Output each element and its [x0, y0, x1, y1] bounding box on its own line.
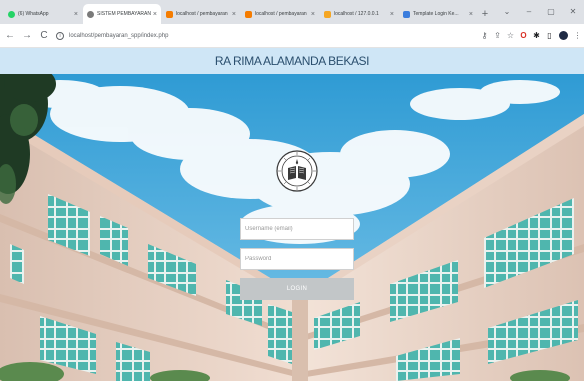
login-button[interactable]: LOGIN — [240, 278, 354, 300]
close-icon[interactable]: × — [232, 11, 236, 18]
close-icon[interactable]: × — [153, 11, 157, 18]
browser-tab[interactable]: (6) WhatsApp × — [4, 4, 82, 24]
phpmyadmin-icon — [166, 10, 173, 18]
tab-title: localhost / pembayaran — [255, 11, 307, 17]
sidebar-icon[interactable]: ▯ — [543, 28, 556, 44]
login-form: LOGIN — [240, 218, 354, 300]
forward-icon[interactable]: → — [20, 27, 34, 45]
key-icon[interactable]: ⚷ — [478, 28, 491, 44]
new-tab-button[interactable]: + — [478, 4, 492, 24]
share-icon[interactable]: ⇪ — [491, 28, 504, 44]
close-window-icon[interactable]: ✕ — [562, 3, 584, 19]
window-controls: ⌄ – ▢ ✕ — [496, 3, 584, 19]
close-icon[interactable]: × — [390, 11, 394, 18]
tab-title: SISTEM PEMBAYARAN — [97, 11, 151, 17]
globe-icon — [87, 10, 94, 18]
browser-tab[interactable]: localhost / pembayaran × — [162, 4, 240, 24]
close-icon[interactable]: × — [311, 11, 315, 18]
tab-title: (6) WhatsApp — [18, 11, 49, 17]
bookmark-star-icon[interactable]: ☆ — [504, 28, 517, 44]
url-text[interactable]: localhost/pembayaran_spp/index.php — [69, 33, 168, 39]
browser-toolbar: ← → C i localhost/pembayaran_spp/index.p… — [0, 24, 584, 48]
browser-tab-strip: (6) WhatsApp × SISTEM PEMBAYARAN × local… — [0, 0, 584, 24]
profile-avatar[interactable] — [559, 31, 568, 40]
browser-tab[interactable]: localhost / 127.0.0.1 × — [320, 4, 398, 24]
tab-title: localhost / 127.0.0.1 — [334, 11, 379, 17]
school-seal-icon — [276, 150, 318, 192]
minimize-icon[interactable]: – — [518, 3, 540, 19]
browser-tab-active[interactable]: SISTEM PEMBAYARAN × — [83, 4, 161, 24]
tab-title: Template Login Ke... — [413, 11, 459, 17]
chevron-down-icon[interactable]: ⌄ — [496, 3, 518, 19]
reload-icon[interactable]: C — [37, 27, 51, 45]
close-icon[interactable]: × — [74, 11, 78, 18]
extensions-puzzle-icon[interactable]: ✱ — [530, 28, 543, 44]
browser-tab[interactable]: localhost / pembayaran × — [241, 4, 319, 24]
xampp-icon — [324, 10, 331, 18]
address-bar[interactable]: i localhost/pembayaran_spp/index.php — [56, 28, 472, 44]
browser-tab[interactable]: Template Login Ke... × — [399, 4, 477, 24]
info-icon[interactable]: i — [56, 31, 64, 40]
back-icon[interactable]: ← — [3, 27, 17, 45]
menu-kebab-icon[interactable]: ⋮ — [571, 28, 584, 44]
login-page: RA RIMA ALAMANDA BEKASI Username (email)… — [0, 48, 584, 381]
site-title: RA RIMA ALAMANDA BEKASI — [0, 48, 584, 74]
phpmyadmin-icon — [245, 10, 252, 18]
restore-icon[interactable]: ▢ — [540, 3, 562, 19]
whatsapp-icon — [8, 10, 15, 18]
password-input[interactable] — [240, 248, 354, 270]
username-input[interactable] — [240, 218, 354, 240]
tab-title: localhost / pembayaran — [176, 11, 228, 17]
opera-extension-icon[interactable]: O — [517, 28, 530, 44]
close-icon[interactable]: × — [469, 11, 473, 18]
template-site-icon — [403, 10, 410, 18]
